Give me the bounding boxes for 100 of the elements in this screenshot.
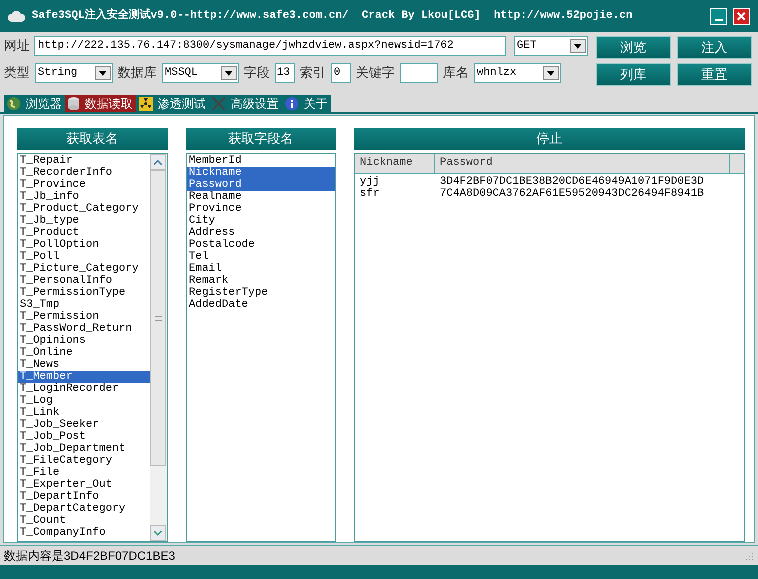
dropdown-button[interactable] <box>221 66 237 80</box>
list-item[interactable]: T_Online <box>18 347 150 359</box>
dropdown-button[interactable] <box>95 66 111 80</box>
panel-header: 获取字段名 <box>186 128 336 150</box>
dropdown-button[interactable] <box>543 66 559 80</box>
list-item[interactable]: T_DepartInfo <box>18 491 150 503</box>
list-item[interactable]: T_News <box>18 359 150 371</box>
tab[interactable]: 关于 <box>282 95 331 112</box>
list-item[interactable]: MemberId <box>187 155 335 167</box>
tab[interactable]: 数据读取 <box>65 95 136 112</box>
list-item[interactable]: T_Permission <box>18 311 150 323</box>
table-cell-text: sfr <box>359 188 381 200</box>
scrollbar[interactable] <box>150 154 167 541</box>
list-item[interactable]: Postalcode <box>187 239 335 251</box>
field-label: 网址 <box>4 37 30 56</box>
action-button[interactable]: 列库 <box>596 63 671 86</box>
list-item[interactable]: T_PollOption <box>18 239 150 251</box>
list-item[interactable]: T_Repair <box>18 155 150 167</box>
table-cell-text: 7C4A8D09CA3762AF61E59520943DC26494F8941B <box>439 188 704 200</box>
tab[interactable]: 渗透测试 <box>136 95 209 112</box>
keyword-input[interactable] <box>400 63 438 83</box>
field-label: 类型 <box>4 64 30 82</box>
caret-icon <box>547 70 555 76</box>
action-button[interactable]: 注入 <box>677 36 752 59</box>
field-label: 关键字 <box>356 64 395 82</box>
field-label: 索引 <box>300 64 326 82</box>
radiation-icon <box>139 96 153 110</box>
list-item[interactable]: T_FileCategory <box>18 455 150 467</box>
list-item[interactable]: T_Product <box>18 227 150 239</box>
field-label: 字段 <box>244 64 270 82</box>
table-cell-text: 3D4F2BF07DC1BE38B20CD6E46949A1071F9D0E3D <box>439 176 704 188</box>
cloud-icon <box>8 10 26 22</box>
list-item[interactable]: T_Product_Category <box>18 203 150 215</box>
database-icon <box>68 96 80 110</box>
dropdown-field[interactable]: String <box>35 63 113 83</box>
action-button[interactable]: 浏览 <box>596 36 671 59</box>
list-item[interactable]: Remark <box>187 275 335 287</box>
column-header[interactable]: Nickname <box>355 154 435 173</box>
resize-grip-icon[interactable] <box>744 550 754 560</box>
list-item[interactable]: T_Province <box>18 179 150 191</box>
list-item[interactable]: T_Jb_type <box>18 215 150 227</box>
scroll-up-icon <box>154 160 162 164</box>
list-item[interactable]: RegisterType <box>187 287 335 299</box>
dropdown-field[interactable]: whnlzx <box>474 63 561 83</box>
scroll-thumb[interactable] <box>150 170 166 466</box>
list-item[interactable]: T_PermissionType <box>18 287 150 299</box>
dropdown-field[interactable]: MSSQL <box>162 63 239 83</box>
list-item[interactable]: Password <box>187 179 335 191</box>
window-title: Safe3SQL注入安全测试v9.0--http://www.safe3.com.cn/ Crack By Lkou[LCG] http://www.52pojie.cn <box>32 8 634 24</box>
minimize-button[interactable] <box>710 8 727 24</box>
panel-header: 停止 <box>354 128 745 150</box>
list-item[interactable]: T_PassWord_Return <box>18 323 150 335</box>
caret-icon <box>225 70 233 76</box>
field-label: 库名 <box>443 64 469 82</box>
list-item[interactable]: Email <box>187 263 335 275</box>
scroll-down-icon <box>154 530 162 536</box>
list-item[interactable]: T_Jb_info <box>18 191 150 203</box>
info-icon <box>285 96 299 110</box>
list-item[interactable]: T_RecorderInfo <box>18 167 150 179</box>
list-item[interactable]: Realname <box>187 191 335 203</box>
list-item[interactable]: S3_Tmp <box>18 299 150 311</box>
list-item[interactable]: T_Opinions <box>18 335 150 347</box>
url-field[interactable]: http://222.135.76.147:8300/sysmanage/jwhzdview.aspx?newsid=1762 <box>34 36 506 56</box>
panel-header: 获取表名 <box>17 128 168 150</box>
list-item[interactable]: AddedDate <box>187 299 335 311</box>
fields-input[interactable]: 13 <box>275 63 295 83</box>
caret-icon <box>99 70 107 76</box>
list-item[interactable]: Province <box>187 203 335 215</box>
dropdown-button[interactable] <box>570 39 586 53</box>
caret-icon <box>574 44 582 48</box>
close-button[interactable] <box>733 8 750 24</box>
tab[interactable]: 高级设置 <box>209 95 282 112</box>
close-icon <box>737 12 746 20</box>
list-item[interactable]: T_Member <box>18 371 150 383</box>
table-cell-text: yjj <box>359 176 381 188</box>
status-text: 数据内容是3D4F2BF07DC1BE3 <box>4 548 176 564</box>
list-item[interactable]: T_Job_Seeker <box>18 419 150 431</box>
list-item[interactable]: T_Poll <box>18 251 150 263</box>
list-item[interactable]: T_File <box>18 467 150 479</box>
list-item[interactable]: T_Job_Post <box>18 431 150 443</box>
list-item[interactable]: Address <box>187 227 335 239</box>
list-item[interactable]: T_DepartCategory <box>18 503 150 515</box>
list-item[interactable]: T_Picture_Category <box>18 263 150 275</box>
list-item[interactable]: T_Link <box>18 407 150 419</box>
list-item[interactable]: Nickname <box>187 167 335 179</box>
list-item[interactable]: T_Log <box>18 395 150 407</box>
list-item[interactable]: Tel <box>187 251 335 263</box>
dropdown-field[interactable]: GET <box>514 36 588 56</box>
tab[interactable]: 浏览器 <box>4 95 65 112</box>
column-header[interactable]: Password <box>435 154 730 173</box>
action-button[interactable]: 重置 <box>677 63 752 86</box>
list-item[interactable]: T_LoginRecorder <box>18 383 150 395</box>
list-item[interactable]: City <box>187 215 335 227</box>
list-item[interactable]: T_Job_Department <box>18 443 150 455</box>
list-item[interactable]: T_CompanyInfo <box>18 527 150 539</box>
list-item[interactable]: T_Count <box>18 515 150 527</box>
index-input[interactable]: 0 <box>331 63 351 83</box>
globe-icon <box>7 96 21 110</box>
list-item[interactable]: T_PersonalInfo <box>18 275 150 287</box>
list-item[interactable]: T_Experter_Out <box>18 479 150 491</box>
